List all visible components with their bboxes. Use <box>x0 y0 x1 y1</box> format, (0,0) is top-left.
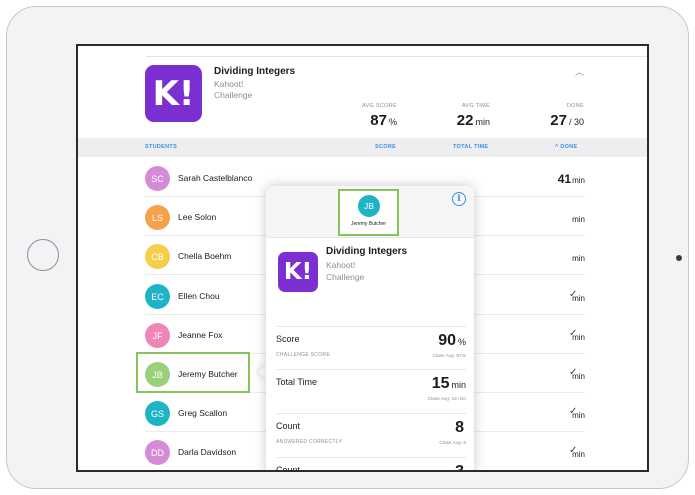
kahoot-logo: K! <box>278 252 318 292</box>
student-name: Jeremy Butcher <box>350 221 386 227</box>
done-check-icon: ✓ <box>569 406 578 417</box>
popover-header: JB Jeremy Butcher i <box>266 186 474 238</box>
metric-label: Score <box>276 334 300 344</box>
metric-label: Count <box>276 421 301 431</box>
done-check-icon: ✓ <box>569 289 578 300</box>
student-name: Ellen Chou <box>178 291 220 301</box>
done-label: DONE <box>566 103 584 109</box>
metric-value: 8 <box>455 419 464 436</box>
column-header-bar: STUDENTS SCORE TOTAL TIME ^ DONE <box>78 138 647 157</box>
divider <box>146 56 647 57</box>
metric-value: 15 min <box>431 375 466 392</box>
avatar: JF <box>145 323 170 348</box>
avatar: SC <box>145 166 170 191</box>
info-icon[interactable]: i <box>452 192 466 206</box>
home-button[interactable] <box>27 239 59 271</box>
done-check-icon: ✓ <box>569 328 578 339</box>
metric-value: 90% <box>438 332 466 349</box>
total-time: 41min <box>557 172 585 186</box>
metric-label: Total Time <box>276 377 318 387</box>
kahoot-logo: K! <box>145 65 202 122</box>
metric-row: Score CHALLENGE SCORE 90% Class Avg: 87% <box>276 326 466 369</box>
class-average: Class Avg: 22 min <box>427 397 466 402</box>
selected-student-card[interactable]: JB Jeremy Butcher <box>338 189 399 236</box>
activity-type: Challenge <box>214 90 253 100</box>
selected-row-highlight <box>136 352 250 393</box>
done-value: 27/ 30 <box>550 112 584 129</box>
class-average: Class Avg: 87% <box>432 354 466 359</box>
activity-source: Kahoot! <box>214 79 244 89</box>
popover-activity-type: Challenge <box>326 272 365 282</box>
student-name: Greg Scallon <box>178 408 228 418</box>
metric-row: CountEXPLAIN VIEWS3Class Avg: 1 <box>276 457 466 472</box>
done-column-header[interactable]: ^ DONE <box>555 144 577 150</box>
screen: K! Dividing Integers Kahoot! Challenge ︿… <box>76 44 649 472</box>
chevron-up-icon[interactable]: ︿ <box>575 65 584 78</box>
metric-value: 3 <box>455 463 464 472</box>
student-name: Sarah Castelblanco <box>178 173 253 183</box>
class-average: Class Avg: 6 <box>439 441 466 446</box>
metric-row: Total Time 15 min Class Avg: 22 min <box>276 369 466 412</box>
avg-time-label: AVG TIME <box>461 103 490 109</box>
metric-row: Count ANSWERED CORRECTLY 8 Class Avg: 6 <box>276 413 466 456</box>
avg-score-label: AVG SCORE <box>362 103 397 109</box>
avatar: JB <box>358 195 380 217</box>
student-name: Chella Boehm <box>178 251 232 261</box>
camera-dot <box>676 255 682 261</box>
avg-score-value: 87% <box>370 112 397 129</box>
student-name: Jeanne Fox <box>178 330 223 340</box>
ipad-frame: K! Dividing Integers Kahoot! Challenge ︿… <box>6 6 689 489</box>
popover-activity-source: Kahoot! <box>326 260 356 270</box>
activity-title: Dividing Integers <box>214 66 296 77</box>
total-time-column-header[interactable]: TOTAL TIME <box>453 144 488 150</box>
total-time: min <box>572 215 585 224</box>
metric-sublabel: ANSWERED CORRECTLY <box>276 439 343 445</box>
avatar: EC <box>145 284 170 309</box>
total-time: min <box>572 254 585 263</box>
score-column-header[interactable]: SCORE <box>375 144 396 150</box>
avatar: CB <box>145 244 170 269</box>
students-column-header[interactable]: STUDENTS <box>145 144 177 150</box>
done-check-icon: ✓ <box>569 367 578 378</box>
student-name: Darla Davidson <box>178 447 237 457</box>
avg-time-value: 22 min <box>456 112 490 129</box>
metric-sublabel: CHALLENGE SCORE <box>276 352 330 358</box>
avatar: DD <box>145 440 170 465</box>
avatar: LS <box>145 205 170 230</box>
avatar: GS <box>145 401 170 426</box>
metric-label: Count <box>276 465 301 472</box>
done-check-icon: ✓ <box>569 445 578 456</box>
student-name: Lee Solon <box>178 212 217 222</box>
student-detail-popover: JB Jeremy Butcher i K! Dividing Integers… <box>266 186 474 472</box>
popover-activity-title: Dividing Integers <box>326 246 408 257</box>
